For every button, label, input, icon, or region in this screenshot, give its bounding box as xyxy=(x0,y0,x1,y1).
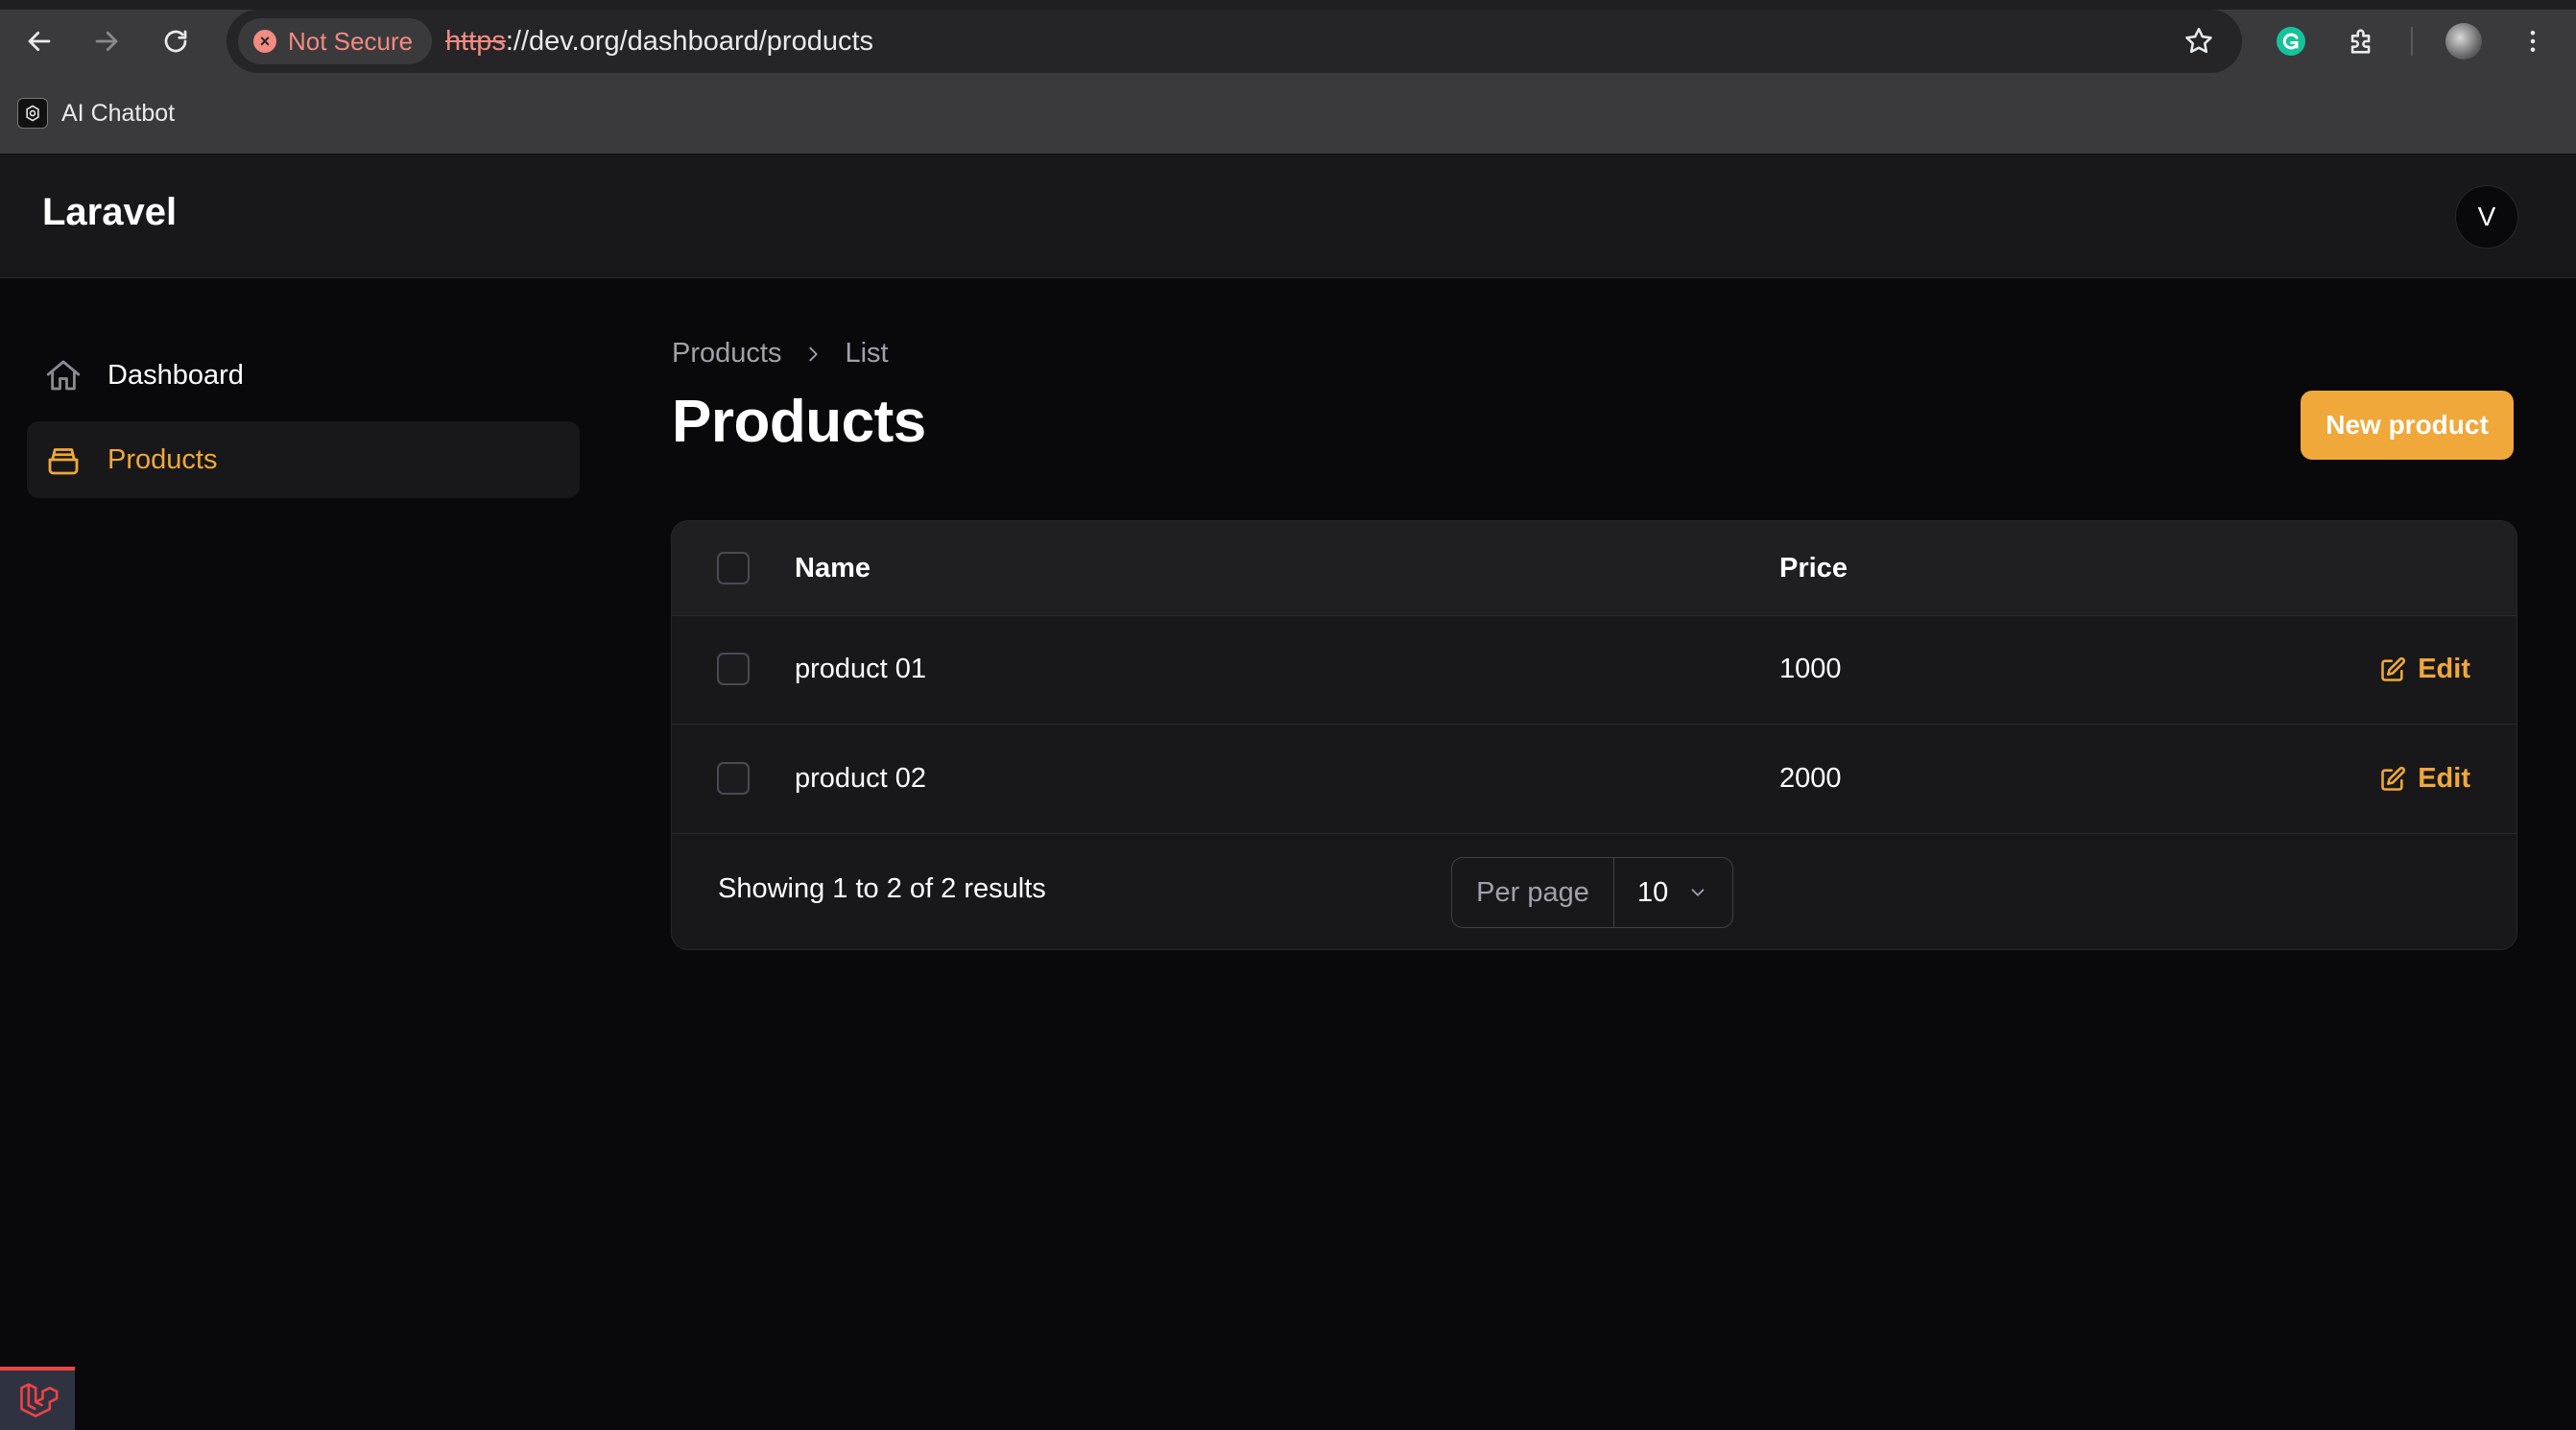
edit-icon xyxy=(2381,766,2406,791)
reload-button[interactable] xyxy=(155,21,196,61)
kebab-menu-icon xyxy=(2530,31,2536,52)
arrow-left-icon xyxy=(28,31,51,52)
bookmark-label: AI Chatbot xyxy=(61,99,176,127)
profile-button[interactable] xyxy=(2444,21,2484,61)
breadcrumb-list: List xyxy=(845,338,889,369)
column-header-price[interactable]: Price xyxy=(1779,553,1848,584)
row-checkbox[interactable] xyxy=(717,653,750,685)
bookmark-star-icon[interactable] xyxy=(2182,25,2215,58)
address-bar[interactable]: × Not Secure https://dev.org/dashboard/p… xyxy=(227,10,2242,73)
inbox-icon xyxy=(42,439,84,481)
product-name: product 01 xyxy=(795,654,927,684)
chevron-down-icon xyxy=(1691,889,1705,896)
table-header: Name Price xyxy=(672,521,2516,616)
toolbar-divider xyxy=(2411,27,2413,56)
edit-label: Edit xyxy=(2418,763,2470,794)
product-price: 2000 xyxy=(1779,763,1842,794)
bookmark-ai-chatbot[interactable]: AI Chatbot xyxy=(17,96,175,131)
per-page-dropdown[interactable]: 10 xyxy=(1614,858,1732,927)
extensions-button[interactable] xyxy=(2342,21,2382,61)
product-price: 1000 xyxy=(1779,654,1842,684)
security-chip[interactable]: × Not Secure xyxy=(238,18,433,64)
table-footer: Showing 1 to 2 of 2 results Per page 10 xyxy=(672,834,2516,949)
per-page-select[interactable]: Per page 10 xyxy=(1451,857,1733,928)
edit-label: Edit xyxy=(2418,654,2470,684)
sidebar-item-products[interactable]: Products xyxy=(27,421,580,498)
chevron-right-icon xyxy=(809,346,819,361)
table-row: product 01 1000 Edit xyxy=(672,615,2516,725)
pagination-summary: Showing 1 to 2 of 2 results xyxy=(718,873,1046,904)
products-table: Name Price product 01 1000 Edit product … xyxy=(671,520,2517,950)
table-row: product 02 2000 Edit xyxy=(672,725,2516,834)
edit-icon xyxy=(2381,656,2406,681)
home-icon xyxy=(42,354,84,396)
edit-button[interactable]: Edit xyxy=(2379,763,2470,795)
security-label: Not Secure xyxy=(288,26,414,56)
sidebar-item-dashboard[interactable]: Dashboard xyxy=(27,337,580,414)
sidebar-item-label: Dashboard xyxy=(107,359,244,391)
column-header-name[interactable]: Name xyxy=(795,553,871,584)
puzzle-icon xyxy=(2350,29,2371,54)
browser-menu-button[interactable] xyxy=(2513,21,2553,61)
breadcrumb: Products List xyxy=(672,338,889,369)
url-path: ://dev.org/dashboard/products xyxy=(505,25,874,57)
arrow-right-icon xyxy=(95,31,118,52)
breadcrumb-products[interactable]: Products xyxy=(672,338,781,369)
url-scheme: https xyxy=(445,25,506,57)
product-name: product 02 xyxy=(795,763,927,794)
chatbot-icon xyxy=(17,98,48,129)
per-page-label: Per page xyxy=(1452,858,1614,927)
brand-logo[interactable]: Laravel xyxy=(42,191,177,234)
grammarly-icon xyxy=(2277,27,2305,56)
tab-strip xyxy=(0,0,2576,10)
back-button[interactable] xyxy=(19,21,60,61)
user-avatar[interactable]: V xyxy=(2455,185,2518,249)
url-text[interactable]: https://dev.org/dashboard/products xyxy=(445,10,873,73)
forward-button[interactable] xyxy=(86,21,127,61)
per-page-value: 10 xyxy=(1637,876,1669,908)
page-title: Products xyxy=(672,389,926,455)
warning-icon: × xyxy=(253,30,276,53)
new-product-button[interactable]: New product xyxy=(2301,391,2514,460)
app-header: Laravel V xyxy=(0,154,2576,278)
reload-icon xyxy=(164,30,187,53)
debugbar-toggle[interactable] xyxy=(0,1367,75,1430)
browser-chrome: × Not Secure https://dev.org/dashboard/p… xyxy=(0,0,2576,154)
select-all-checkbox[interactable] xyxy=(717,552,750,584)
sidebar-item-label: Products xyxy=(107,443,218,475)
grammarly-extension[interactable] xyxy=(2271,21,2311,61)
profile-avatar-icon xyxy=(2445,23,2482,60)
edit-button[interactable]: Edit xyxy=(2379,654,2470,685)
row-checkbox[interactable] xyxy=(717,762,750,795)
laravel-logo-icon xyxy=(20,1383,59,1418)
